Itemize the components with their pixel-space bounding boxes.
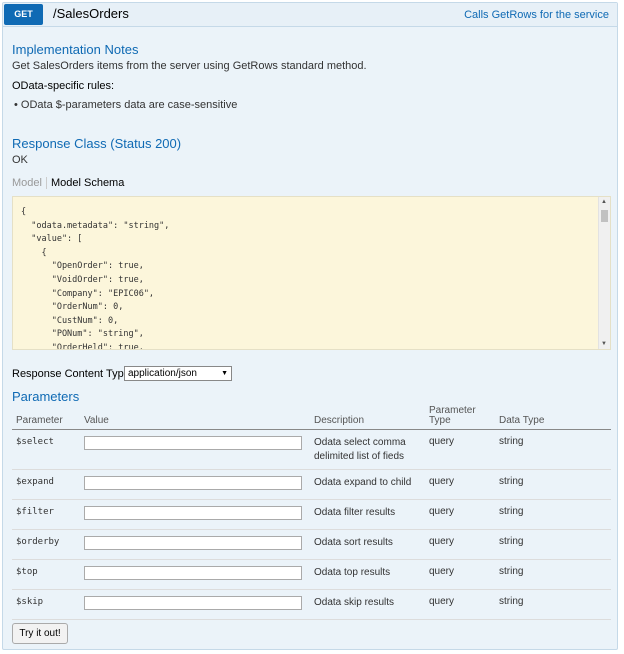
parameter-description: Odata filter results [310,499,425,530]
scroll-up-icon[interactable]: ▲ [601,199,607,205]
parameter-type: query [425,499,495,530]
parameter-value-input[interactable] [84,476,302,490]
parameter-type: query [425,429,495,470]
parameter-description-line1: Odata expand to child [314,477,412,488]
parameter-value-cell [80,529,310,560]
model-tabs: Model Model Schema [12,177,124,189]
scrollbar-thumb[interactable] [601,210,608,222]
tab-model-schema[interactable]: Model Schema [47,177,124,189]
schema-text: { "odata.metadata": "string", "value": [… [21,207,170,350]
header-value: Value [80,406,310,430]
parameter-value-cell [80,499,310,530]
endpoint-path[interactable]: /SalesOrders [53,6,129,21]
operation-heading[interactable]: GET /SalesOrders Calls GetRows for the s… [3,3,617,27]
parameters-title: Parameters [12,389,80,404]
parameter-description: Odata expand to child [310,469,425,500]
parameter-value-cell [80,559,310,590]
parameter-description-line1: Odata skip results [314,597,395,608]
parameter-value-input[interactable] [84,506,302,520]
parameter-name: $expand [12,469,80,500]
header-parameter: Parameter [12,406,80,430]
parameter-description-line1: Odata select comma [314,437,406,448]
scroll-down-icon[interactable]: ▼ [601,341,607,347]
response-content-type-select[interactable]: application/json ▼ [124,366,232,381]
parameter-value-cell [80,589,310,620]
parameter-value-cell [80,429,310,470]
header-data-type: Data Type [495,406,611,430]
odata-rules-title: OData-specific rules: [12,80,115,92]
implementation-notes-text: Get SalesOrders items from the server us… [12,60,367,72]
parameter-data-type: string [495,429,611,470]
parameter-description: Odata select comma delimited list of fied… [310,429,425,470]
parameter-type: query [425,469,495,500]
header-description: Description [310,406,425,430]
parameter-name: $filter [12,499,80,530]
header-parameter-type: Parameter Type [425,406,495,430]
parameter-value-input[interactable] [84,536,302,550]
parameters-header-row: Parameter Value Description Parameter Typ… [12,406,611,430]
http-method-badge[interactable]: GET [4,4,43,25]
parameter-row: $expand Odata expand to child query string [12,469,611,500]
parameter-data-type: string [495,529,611,560]
header-parameter-type-line2: Type [429,415,451,426]
parameter-description: Odata skip results [310,589,425,620]
operation-panel: GET /SalesOrders Calls GetRows for the s… [2,2,618,650]
parameter-value-input[interactable] [84,436,302,450]
response-status-text: OK [12,154,28,166]
code-scrollbar[interactable]: ▲ ▼ [598,197,610,349]
parameter-description-line1: Odata sort results [314,537,393,548]
try-it-out-button[interactable]: Try it out! [12,623,68,644]
parameter-row: $filter Odata filter results query string [12,499,611,530]
parameter-name: $skip [12,589,80,620]
parameter-description-line1: Odata top results [314,567,391,578]
parameter-row: $skip Odata skip results query string [12,589,611,620]
odata-rule-item: • OData $-parameters data are case-sensi… [14,99,238,111]
parameter-data-type: string [495,559,611,590]
response-class-title: Response Class (Status 200) [12,136,182,151]
response-content-type-label: Response Content Type [12,368,130,380]
parameter-row: $top Odata top results query string [12,559,611,590]
parameter-row: $orderby Odata sort results query string [12,529,611,560]
parameter-data-type: string [495,469,611,500]
parameter-row: $select Odata select comma delimited list … [12,429,611,470]
parameter-name: $select [12,429,80,470]
parameter-type: query [425,589,495,620]
parameters-table: Parameter Value Description Parameter Typ… [12,406,611,620]
parameter-value-input[interactable] [84,566,302,580]
parameter-value-input[interactable] [84,596,302,610]
operation-summary-link[interactable]: Calls GetRows for the service [464,9,609,21]
parameter-value-cell [80,469,310,500]
odata-rule-text: OData $-parameters data are case-sensiti… [20,99,238,111]
chevron-down-icon: ▼ [221,370,228,377]
parameter-description: Odata sort results [310,529,425,560]
selected-content-type: application/json [128,368,197,379]
parameter-description-line2: delimited list of fieds [314,451,405,462]
parameter-data-type: string [495,499,611,530]
implementation-notes-title: Implementation Notes [12,42,139,57]
tab-model[interactable]: Model [12,177,47,189]
parameter-type: query [425,529,495,560]
parameter-name: $orderby [12,529,80,560]
parameter-description-line1: Odata filter results [314,507,396,518]
model-schema-code[interactable]: { "odata.metadata": "string", "value": [… [12,196,611,350]
parameter-data-type: string [495,589,611,620]
parameter-description: Odata top results [310,559,425,590]
parameter-name: $top [12,559,80,590]
parameter-type: query [425,559,495,590]
